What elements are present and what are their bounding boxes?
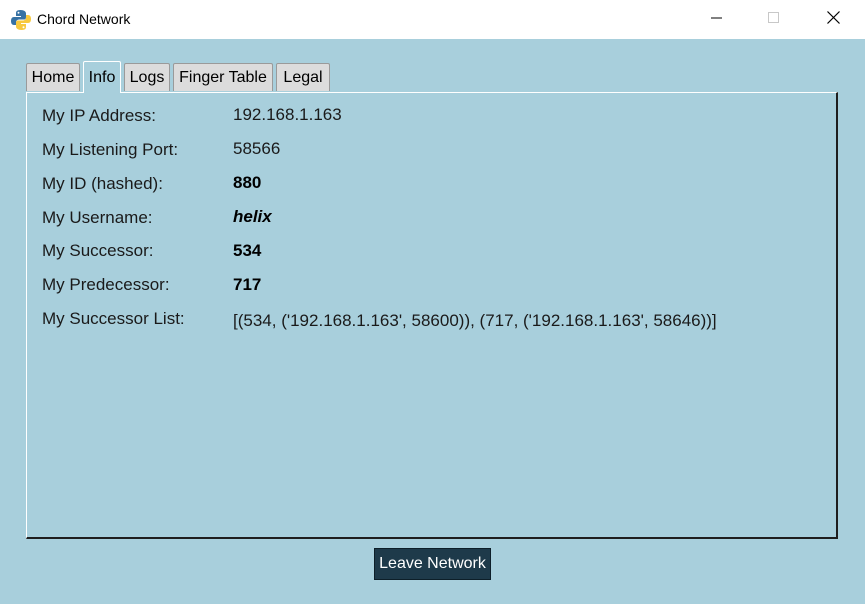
successor-label: My Successor: — [42, 241, 154, 260]
window-title: Chord Network — [37, 11, 131, 27]
tab-home[interactable]: Home — [26, 63, 80, 91]
ip-value: 192.168.1.163 — [233, 105, 342, 124]
tab-legal[interactable]: Legal — [276, 63, 330, 91]
close-button[interactable] — [810, 0, 856, 39]
tab-finger-table[interactable]: Finger Table — [173, 63, 273, 91]
ip-label: My IP Address: — [42, 106, 157, 125]
successor-list-value: [(534, ('192.168.1.163', 58600)), (717, … — [233, 311, 717, 330]
leave-network-button[interactable]: Leave Network — [374, 548, 491, 580]
username-label: My Username: — [42, 208, 153, 227]
minimize-button[interactable] — [694, 0, 740, 39]
maximize-icon — [768, 11, 780, 29]
predecessor-label: My Predecessor: — [42, 275, 170, 294]
username-value: helix — [233, 207, 272, 226]
tab-info[interactable]: Info — [83, 61, 121, 93]
id-value: 880 — [233, 173, 262, 192]
successor-list-label: My Successor List: — [42, 309, 185, 328]
successor-value: 534 — [233, 241, 262, 260]
minimize-icon — [711, 11, 723, 29]
title-bar: Chord Network — [0, 0, 865, 39]
predecessor-value: 717 — [233, 275, 262, 294]
id-label: My ID (hashed): — [42, 174, 163, 193]
python-icon — [10, 9, 32, 31]
info-panel: My IP Address: 192.168.1.163 My Listenin… — [26, 92, 838, 539]
port-value: 58566 — [233, 139, 281, 158]
tab-logs[interactable]: Logs — [124, 63, 170, 91]
close-icon — [826, 10, 840, 29]
port-label: My Listening Port: — [42, 140, 179, 159]
maximize-button[interactable] — [751, 0, 797, 39]
